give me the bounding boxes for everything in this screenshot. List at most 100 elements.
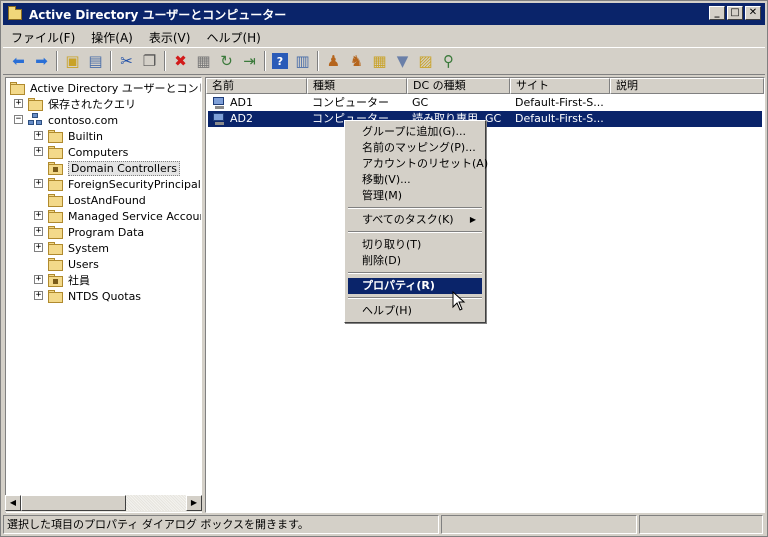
tree-item-computers[interactable]: Computers [48,144,128,160]
menu-item-all-tasks[interactable]: すべてのタスク(K) ▶ [348,212,482,228]
status-panel-2 [441,515,637,534]
tree-label-domain: contoso.com [48,113,119,127]
domain-icon [28,113,44,127]
export-icon[interactable]: ⇥ [238,50,261,72]
cell-site: Default-First-S... [515,96,604,109]
expand-foreign[interactable]: + [34,179,43,188]
menu-help[interactable]: ヘルプ(H) [198,27,268,45]
expand-ntds-quotas[interactable]: + [34,291,43,300]
view-icon[interactable]: ▥ [291,50,314,72]
menu-view[interactable]: 表示(V) [141,27,199,45]
cell-name: AD2 [230,112,253,125]
menu-item-add-to-group[interactable]: グループに追加(G)... [348,124,482,140]
tree-item-ntds-quotas[interactable]: NTDS Quotas [48,288,141,304]
tree-item-domain-controllers[interactable]: Domain Controllers [48,160,181,176]
add-to-group-icon[interactable]: ▨ [414,50,437,72]
folder-icon [48,129,64,143]
expand-system[interactable]: + [34,243,43,252]
expand-builtin[interactable]: + [34,131,43,140]
ou-folder-icon [48,161,64,175]
toolbar: ⬅ ➡ ▣ ▤ ✂ ❐ ✖ ▦ ↻ ⇥ ? ▥ ♟ ♞ ▦ ▼ ▨ ⚲ [3,47,765,75]
toolbar-separator [56,51,58,71]
tree-item-foreign-security-principals[interactable]: ForeignSecurityPrincipals [48,176,201,192]
tree-item-shain[interactable]: 社員 [48,272,90,288]
console-tree-icon[interactable]: ▤ [84,50,107,72]
tree-label: Program Data [68,225,145,239]
menu-item-label: すべてのタスク(K) [362,213,454,226]
close-button[interactable]: ✕ [745,6,761,20]
column-header-name[interactable]: 名前 [206,78,307,94]
ou-folder-icon [48,273,64,287]
submenu-arrow-icon: ▶ [469,215,476,224]
new-group-icon[interactable]: ♞ [345,50,368,72]
new-ou-icon[interactable]: ▦ [368,50,391,72]
menu-separator [348,272,482,274]
back-icon[interactable]: ⬅ [7,50,30,72]
toolbar-separator [264,51,266,71]
column-header-site[interactable]: サイト [510,78,610,94]
menu-item-delete[interactable]: 削除(D) [348,253,482,269]
tree-label: Users [68,257,99,271]
menu-item-move[interactable]: 移動(V)... [348,172,482,188]
folder-icon [48,193,64,207]
expand-program-data[interactable]: + [34,227,43,236]
tree-label-root: Active Directory ユーザーとコンピュータ [30,82,201,95]
tree-item-users[interactable]: Users [48,256,99,272]
find-icon[interactable]: ⚲ [437,50,460,72]
console-tree[interactable]: Active Directory ユーザーとコンピュータ + 保存されたクエリ … [5,77,202,513]
menu-item-reset-account[interactable]: アカウントのリセット(A) [348,156,488,172]
menu-item-cut[interactable]: 切り取り(T) [348,237,482,253]
tree-item-program-data[interactable]: Program Data [48,224,144,240]
folder-icon [48,257,64,271]
help-icon[interactable]: ? [272,53,288,69]
scroll-right-icon[interactable]: ▶ [186,495,202,511]
toolbar-separator [164,51,166,71]
forward-icon[interactable]: ➡ [30,50,53,72]
tree-horizontal-scrollbar[interactable]: ◀ ▶ [5,495,202,512]
expand-computers[interactable]: + [34,147,43,156]
scroll-track[interactable] [126,495,186,511]
app-folder-icon [7,6,23,22]
tree-item-system[interactable]: System [48,240,109,256]
folder-icon [48,289,64,303]
column-header-dc-type[interactable]: DC の種類 [407,78,510,94]
minimize-button[interactable]: _ [709,6,725,20]
delete-icon[interactable]: ✖ [169,50,192,72]
folder-icon [48,209,64,223]
tree-label: LostAndFound [68,193,146,207]
menu-file[interactable]: ファイル(F) [3,27,83,45]
list-row-ad1[interactable]: AD1 コンピューター GC Default-First-S... [208,95,762,111]
menu-item-name-mappings[interactable]: 名前のマッピング(P)... [348,140,482,156]
tree-item-lost-and-found[interactable]: LostAndFound [48,192,146,208]
scroll-left-icon[interactable]: ◀ [5,495,21,511]
up-folder-icon[interactable]: ▣ [61,50,84,72]
menu-item-manage[interactable]: 管理(M) [348,188,482,204]
expand-saved-queries[interactable]: + [14,99,23,108]
column-header-description[interactable]: 説明 [610,78,764,94]
menu-separator [348,207,482,209]
tree-label: Managed Service Accounts [68,209,202,223]
expand-msa[interactable]: + [34,211,43,220]
menu-action[interactable]: 操作(A) [83,27,141,45]
maximize-button[interactable]: □ [727,6,743,20]
tree-item-domain[interactable]: contoso.com [28,112,118,128]
title-bar[interactable]: Active Directory ユーザーとコンピューター _ □ ✕ [3,3,765,25]
status-bar: 選択した項目のプロパティ ダイアログ ボックスを開きます。 [3,515,765,535]
copy-icon[interactable]: ❐ [138,50,161,72]
tree-item-root[interactable]: Active Directory ユーザーとコンピュータ [10,80,201,96]
column-header-type[interactable]: 種類 [307,78,407,94]
tree-item-managed-service-accounts[interactable]: Managed Service Accounts [48,208,202,224]
expand-shain[interactable]: + [34,275,43,284]
properties-icon[interactable]: ▦ [192,50,215,72]
cell-name: AD1 [230,96,253,109]
tree-item-builtin[interactable]: Builtin [48,128,103,144]
tree-item-saved-queries[interactable]: 保存されたクエリ [28,96,136,112]
new-user-icon[interactable]: ♟ [322,50,345,72]
collapse-domain[interactable]: − [14,115,23,124]
menu-separator [348,231,482,233]
scroll-thumb[interactable] [21,495,126,511]
cut-icon[interactable]: ✂ [115,50,138,72]
tree-label: Builtin [68,129,103,143]
filter-icon[interactable]: ▼ [391,50,414,72]
refresh-icon[interactable]: ↻ [215,50,238,72]
